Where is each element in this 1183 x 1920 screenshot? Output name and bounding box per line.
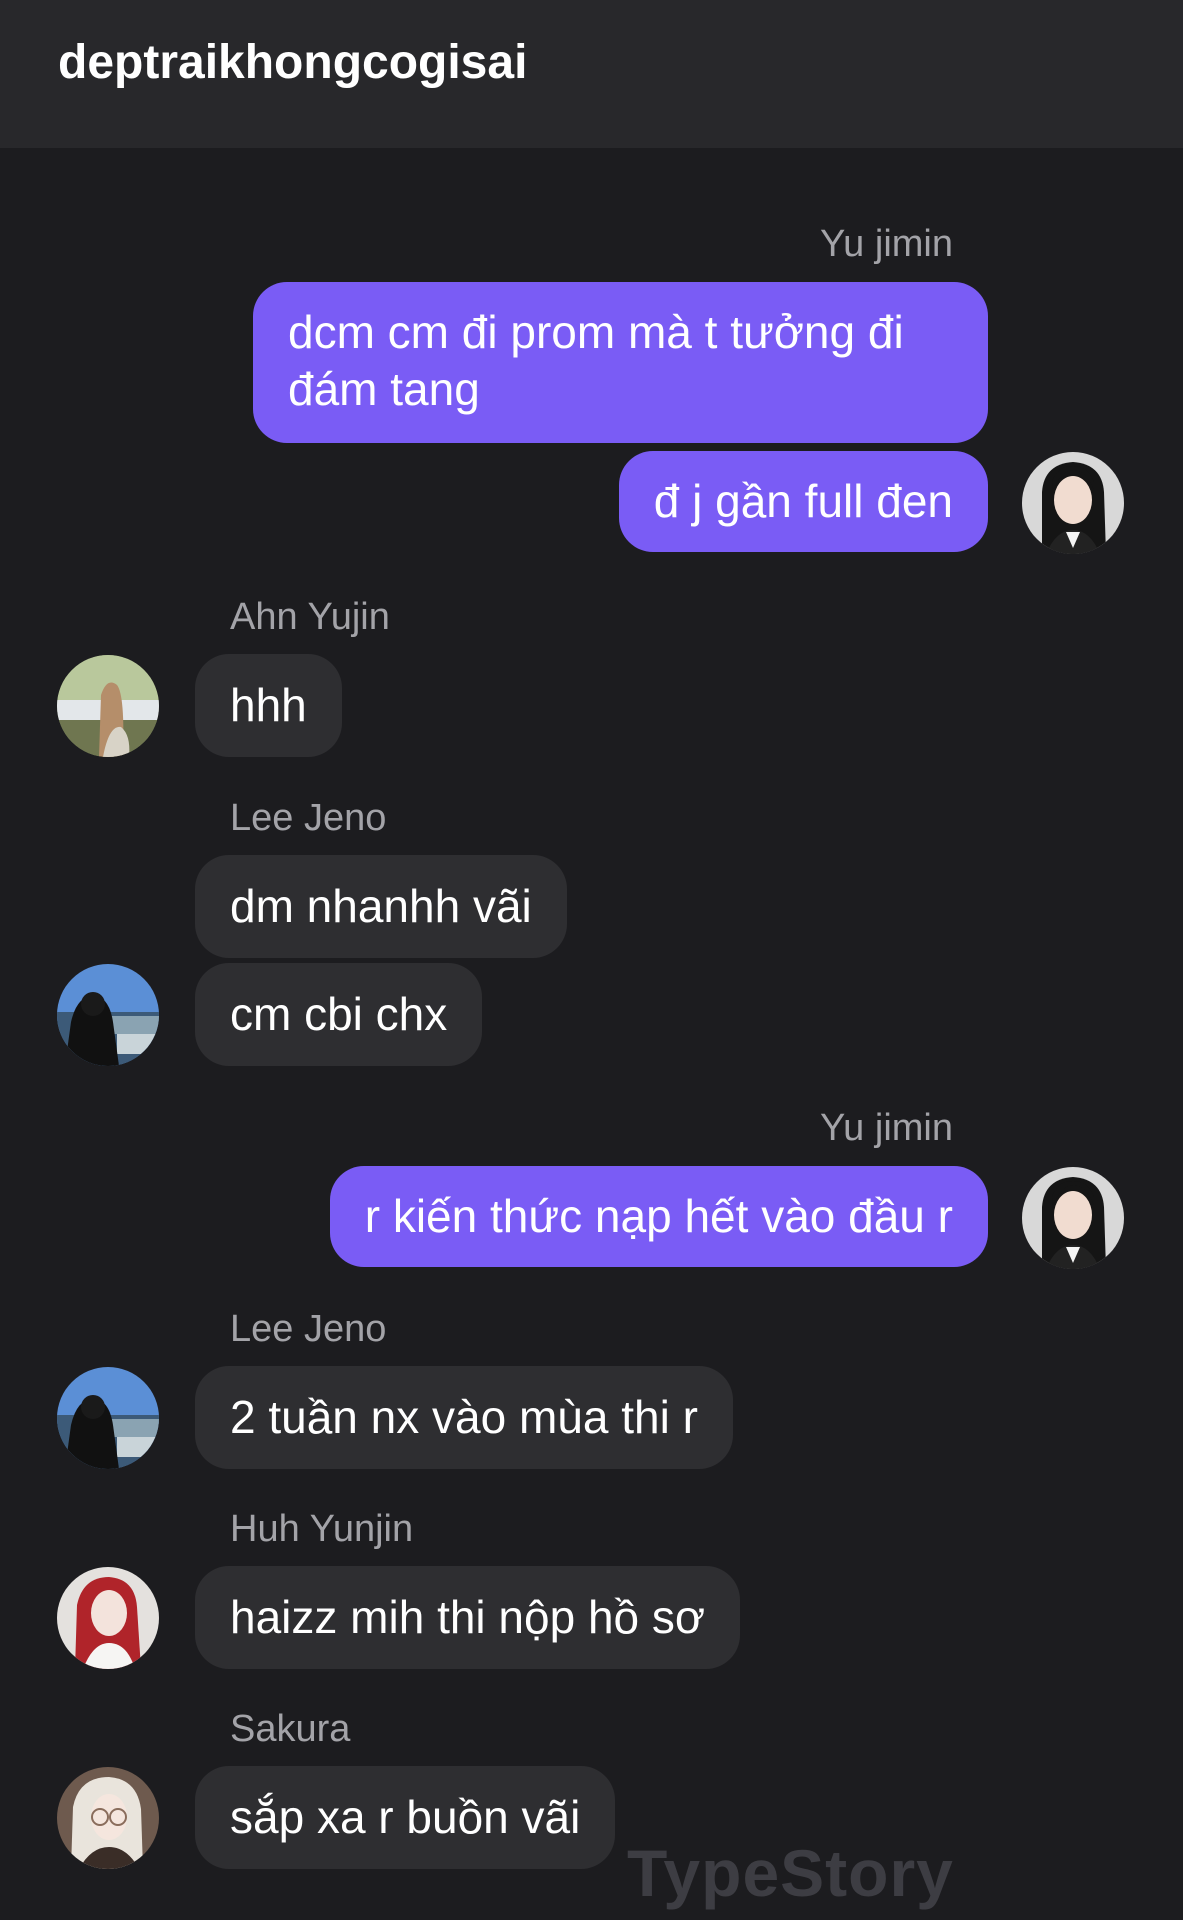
watermark: TypeStory (627, 1836, 954, 1910)
message-bubble[interactable]: dcm cm đi prom mà t tưởng đi đám tang (253, 282, 988, 443)
message-bubble[interactable]: dm nhanhh vãi (195, 855, 567, 958)
avatar-huh-yunjin[interactable] (57, 1567, 159, 1669)
message-bubble[interactable]: 2 tuần nx vào mùa thi r (195, 1366, 733, 1469)
sender-name: Ahn Yujin (230, 596, 390, 638)
sender-name: Sakura (230, 1708, 351, 1750)
message-bubble[interactable]: đ j gần full đen (618, 451, 988, 552)
avatar-lee-jeno[interactable] (57, 1367, 159, 1469)
avatar-ahn-yujin[interactable] (57, 655, 159, 757)
message-bubble[interactable]: hhh (195, 654, 342, 757)
chat-title: deptraikhongcogisai (58, 36, 528, 89)
chat-header: deptraikhongcogisai (0, 0, 1183, 148)
message-bubble[interactable]: haizz mih thi nộp hồ sơ (195, 1566, 741, 1669)
message-bubble[interactable]: cm cbi chx (195, 963, 483, 1066)
sender-name: Huh Yunjin (230, 1508, 414, 1550)
sender-name: Yu jimin (819, 1107, 953, 1149)
sender-name: Yu jimin (819, 223, 953, 265)
avatar-yu-jimin[interactable] (1022, 1167, 1124, 1269)
avatar-lee-jeno[interactable] (57, 964, 159, 1066)
sender-name: Lee Jeno (230, 1308, 387, 1350)
avatar-yu-jimin[interactable] (1022, 452, 1124, 554)
sender-name: Lee Jeno (230, 797, 387, 839)
avatar-sakura[interactable] (57, 1767, 159, 1869)
message-bubble[interactable]: sắp xa r buồn vãi (195, 1766, 616, 1869)
message-bubble[interactable]: r kiến thức nạp hết vào đầu r (329, 1166, 988, 1267)
